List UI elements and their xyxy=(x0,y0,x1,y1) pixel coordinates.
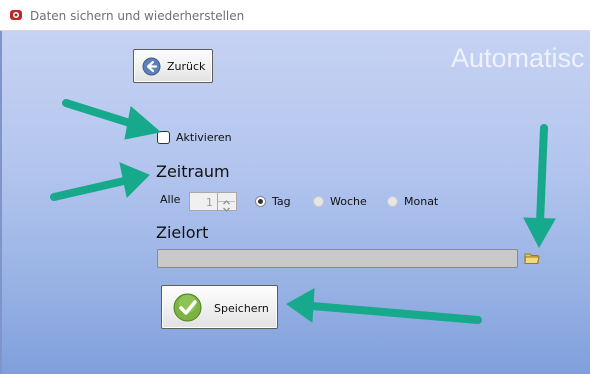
radio-woche-label: Woche xyxy=(330,195,367,208)
radio-tag[interactable] xyxy=(255,196,266,207)
back-button[interactable]: Zurück xyxy=(133,49,213,83)
app-icon xyxy=(10,10,22,20)
back-arrow-icon xyxy=(142,57,161,76)
back-button-label: Zurück xyxy=(167,60,206,73)
radio-monat[interactable] xyxy=(387,196,398,207)
main-panel xyxy=(0,31,590,374)
checkmark-icon xyxy=(173,293,202,322)
window-title: Daten sichern und wiederherstellen xyxy=(30,9,245,23)
stepper-arrows xyxy=(217,193,236,212)
activate-checkbox[interactable] xyxy=(157,131,170,144)
page-heading: Automatisc xyxy=(451,43,585,73)
radio-tag-label: Tag xyxy=(272,195,291,208)
save-button[interactable]: Speichern xyxy=(161,285,278,329)
window-border xyxy=(0,31,2,374)
interval-value: 1 xyxy=(206,196,213,209)
save-button-label: Speichern xyxy=(214,302,269,315)
every-label: Alle xyxy=(160,193,181,206)
browse-folder-button[interactable] xyxy=(524,251,540,265)
interval-stepper[interactable]: 1 xyxy=(189,192,237,212)
folder-icon xyxy=(524,253,540,264)
target-path-field[interactable] xyxy=(157,249,518,268)
zeitraum-heading: Zeitraum xyxy=(156,162,230,181)
activate-label: Aktivieren xyxy=(176,131,232,144)
stepper-down-button[interactable] xyxy=(218,201,235,212)
chevron-down-icon xyxy=(223,207,230,212)
radio-monat-label: Monat xyxy=(404,195,439,208)
radio-woche[interactable] xyxy=(313,196,324,207)
title-bar: Daten sichern und wiederherstellen xyxy=(0,0,590,31)
zielort-heading: Zielort xyxy=(156,223,209,242)
